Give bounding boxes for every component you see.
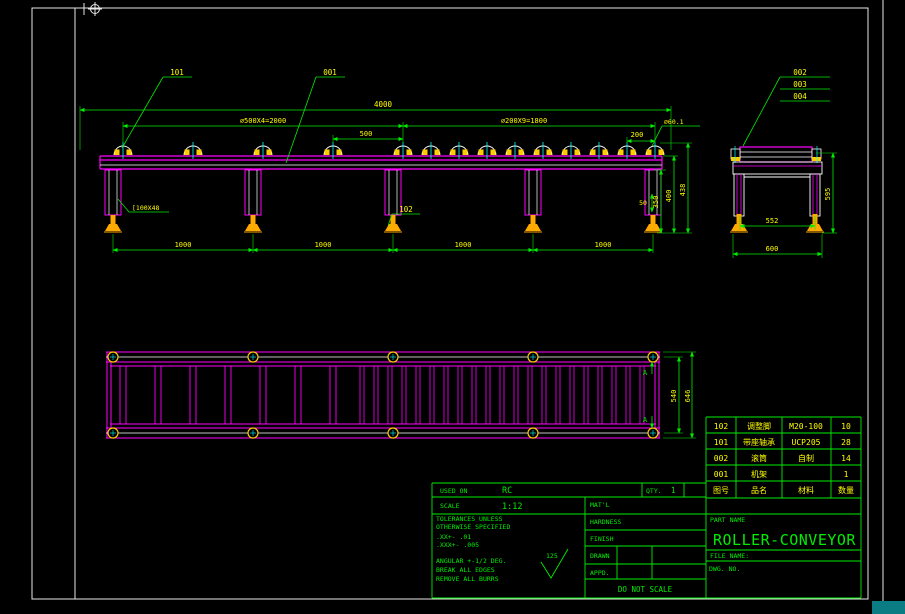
cad-drawing-sheet: 4000 ∅500X4=2000 ∅200X9=1800 500 200 100… [0,0,905,614]
table-header-material: 材料 [798,485,814,495]
adjustable-foot [651,215,656,225]
matl-label: MAT'L [590,501,610,509]
tolerance-note-line1: TOLERANCES UNLESS [436,515,503,523]
dim-pitch-right: ∅200X9=1800 [501,117,547,125]
dim-frame-height: 400 [665,190,673,203]
balloon-end-3: 004 [793,92,807,101]
part-name-label: PART NAME [710,516,745,524]
dim-end-overall-width: 600 [766,245,779,253]
dim-bay-1: 1000 [175,241,192,249]
part-row-no: 002 [714,454,729,463]
dim-inner-width: 552 [766,217,779,225]
file-name-label: FILE NAME: [710,552,749,560]
part-row-qty: 1 [844,470,849,479]
balloon-end-1: 002 [793,68,807,77]
dim-overall-height: 438 [679,184,687,197]
balloon-roller: 101 [170,68,184,77]
part-row-name: 滚筒 [751,453,767,463]
tolerance-note-line2: OTHERWISE SPECIFIED [436,523,510,531]
dim-pitch-500: 500 [360,130,373,138]
scale-value: 1:12 [502,502,522,512]
adjustable-foot [111,215,116,225]
dim-leg-height: 350 [652,196,660,209]
part-name-value: ROLLER-CONVEYOR [713,531,856,549]
leg [384,170,402,232]
table-header-no: 图号 [713,486,729,495]
taskbar-corner [872,601,905,614]
part-row-name: 机架 [751,469,767,479]
do-not-scale-note: DO NOT SCALE [618,585,673,594]
dim-overall-length: 4000 [374,100,393,109]
used-on-value: RC [502,486,512,496]
dwg-no-label: DWG. NO. [709,565,740,573]
part-row-material: 自制 [798,453,814,463]
front-legs [104,170,662,232]
appd-label: APPD. [590,569,610,577]
dim-rail-span: 540 [670,390,678,403]
section-label-top: A [643,369,648,377]
part-row-qty: 10 [841,422,851,431]
dim-plan-overall: 646 [684,390,692,403]
end-view: 552 600 595 002 003 004 [730,68,837,258]
leg [524,170,542,232]
leg [244,170,262,232]
break-edges-note: BREAK ALL EDGES [436,566,495,574]
plan-view: A A 540 646 [106,352,696,438]
hardness-label: HARDNESS [590,518,621,526]
part-row-name: 带座轴承 [743,437,775,447]
dim-bay-3: 1000 [455,241,472,249]
table-header-qty: 数量 [838,485,854,495]
dim-roller-dia: ∅60.1 [664,118,684,126]
dim-pitch-200: 200 [631,131,644,139]
dim-bay-4: 1000 [595,241,612,249]
qty-value: 1 [671,486,676,495]
adjustable-foot [531,215,536,225]
part-row-no: 101 [714,438,729,447]
drawing-svg: 4000 ∅500X4=2000 ∅200X9=1800 500 200 100… [0,0,905,614]
label-channel-steel: [100X48 [132,204,159,212]
dim-foot-adjust: 50 [639,199,647,207]
parts-table: 102 调整脚 M20-100 10 101 带座轴承 UCP205 28 00… [706,417,861,498]
balloon-end-2: 003 [793,80,807,89]
part-row-no: 102 [714,422,729,431]
tolerance-xx: .XX+- .01 [436,533,471,541]
part-row-name: 调整脚 [747,421,771,431]
part-row-qty: 14 [841,454,851,463]
used-on-label: USED ON [440,487,467,495]
balloon-frame: 001 [323,68,337,77]
table-header-name: 品名 [751,485,767,495]
plan-joints [108,352,658,438]
scale-label: SCALE [440,502,460,510]
front-view [100,142,664,232]
dim-end-height: 595 [824,188,832,201]
part-row-material: UCP205 [792,438,821,447]
angular-tolerance: ANGULAR +-1/2 DEG. [436,557,506,565]
part-row-material: M20-100 [789,422,823,431]
balloon-foot: 102 [399,205,413,214]
plan-rollers [120,366,644,424]
qty-label: QTY. [646,487,662,495]
part-row-no: 001 [714,470,729,479]
remove-burrs-note: REMOVE ALL BURRS [436,575,499,583]
adjustable-foot [251,215,256,225]
section-label-bottom: A [643,416,648,424]
finish-label: FINISH [590,535,614,543]
dim-bay-2: 1000 [315,241,332,249]
drawn-label: DRAWN [590,552,610,560]
tolerance-xxx: .XXX+- .005 [436,541,479,549]
surface-finish-value: 125 [546,552,558,560]
dim-pitch-left: ∅500X4=2000 [240,117,286,125]
part-row-qty: 28 [841,438,851,447]
